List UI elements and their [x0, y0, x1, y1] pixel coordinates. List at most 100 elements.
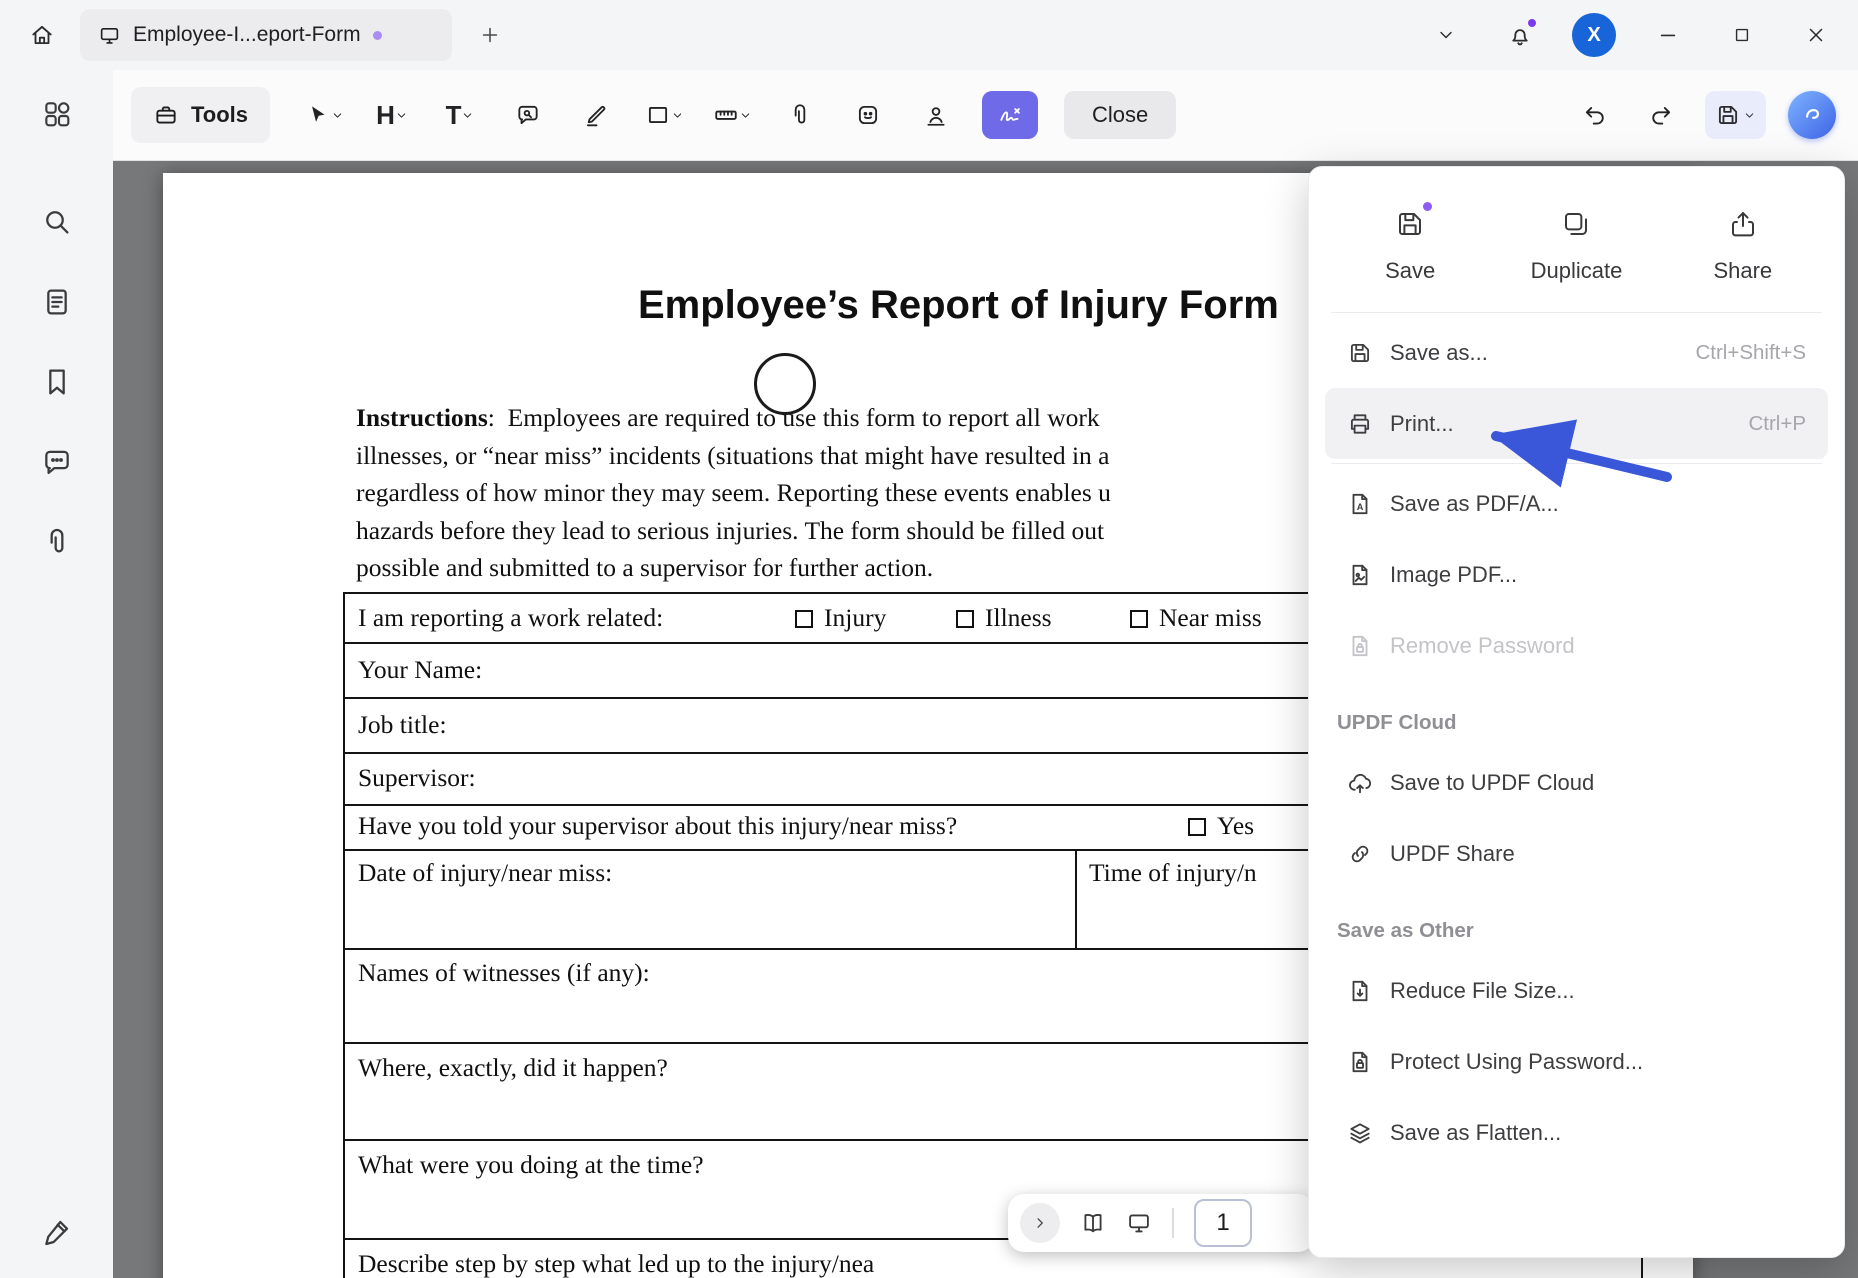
- near-miss-option-label: Near miss: [1159, 603, 1262, 632]
- updf-app-window: Employee-I...eport-Form X Tools H: [0, 0, 1858, 1278]
- minimize-button[interactable]: [1646, 13, 1690, 57]
- save-as-icon: [1347, 340, 1373, 366]
- describe-steps-label: Describe step by step what led up to the…: [358, 1249, 874, 1278]
- stamp-tool-button[interactable]: [914, 92, 958, 138]
- menu-section-save-as-other: Save as Other: [1321, 889, 1832, 955]
- close-tools-button[interactable]: Close: [1064, 91, 1176, 139]
- save-as-flatten-label: Save as Flatten...: [1390, 1120, 1561, 1146]
- save-action[interactable]: Save: [1327, 205, 1493, 284]
- protect-lock-icon: [1347, 1049, 1373, 1075]
- print-label: Print...: [1390, 411, 1454, 437]
- bookmarks-icon[interactable]: [41, 366, 73, 398]
- menu-item-print[interactable]: Print... Ctrl+P: [1325, 388, 1828, 459]
- save-action-label: Save: [1385, 258, 1435, 284]
- left-sidebar: [0, 70, 113, 1278]
- reduce-file-size-label: Reduce File Size...: [1390, 978, 1575, 1004]
- duplicate-action-label: Duplicate: [1531, 258, 1623, 284]
- your-name-label: Your Name:: [358, 655, 482, 685]
- tab-list-chevron-button[interactable]: [1424, 13, 1468, 57]
- witnesses-label: Names of witnesses (if any):: [358, 958, 650, 988]
- yes-checkbox[interactable]: [1188, 818, 1206, 836]
- save-icon: [1715, 102, 1741, 128]
- home-button[interactable]: [20, 13, 64, 57]
- where-happened-label: Where, exactly, did it happen?: [358, 1053, 668, 1083]
- menu-item-save-as-pdfa[interactable]: Save as PDF/A...: [1325, 468, 1828, 539]
- injury-option-label: Injury: [824, 603, 886, 632]
- measure-tool-button[interactable]: [710, 92, 754, 138]
- undo-button[interactable]: [1573, 92, 1617, 138]
- shape-tool-button[interactable]: [642, 92, 686, 138]
- search-icon[interactable]: [41, 206, 73, 238]
- signature-tool-button-active[interactable]: [982, 91, 1038, 139]
- comments-icon[interactable]: [41, 446, 73, 478]
- text-tool-button[interactable]: T: [438, 92, 482, 138]
- document-tab[interactable]: Employee-I...eport-Form: [80, 9, 452, 61]
- new-tab-button[interactable]: [468, 13, 512, 57]
- menu-item-image-pdf[interactable]: Image PDF...: [1325, 539, 1828, 610]
- sticker-tool-button[interactable]: [846, 92, 890, 138]
- maximize-button[interactable]: [1720, 13, 1764, 57]
- menu-item-save-to-updf-cloud[interactable]: Save to UPDF Cloud: [1325, 747, 1828, 818]
- menu-item-updf-share[interactable]: UPDF Share: [1325, 818, 1828, 889]
- menu-section-updf-cloud: UPDF Cloud: [1321, 681, 1832, 747]
- menu-divider: [1331, 312, 1822, 313]
- menu-item-save-as-flatten[interactable]: Save as Flatten...: [1325, 1097, 1828, 1168]
- near-miss-checkbox[interactable]: [1130, 610, 1148, 628]
- document-title: Employee’s Report of Injury Form: [638, 283, 1279, 328]
- attachment-tool-button[interactable]: [778, 92, 822, 138]
- reduce-size-icon: [1347, 978, 1373, 1004]
- comment-tool-button[interactable]: [506, 92, 550, 138]
- chevron-down-icon[interactable]: [1743, 109, 1756, 122]
- printer-icon: [1347, 411, 1373, 437]
- presentation-mode-icon[interactable]: [1126, 1210, 1152, 1236]
- page-thumbnails-icon[interactable]: [41, 286, 73, 318]
- protect-using-password-label: Protect Using Password...: [1390, 1049, 1643, 1075]
- share-icon: [1724, 205, 1762, 243]
- image-document-icon: [1347, 562, 1373, 588]
- share-action[interactable]: Share: [1660, 205, 1826, 284]
- save-to-updf-cloud-label: Save to UPDF Cloud: [1390, 770, 1594, 796]
- save-split-button[interactable]: [1705, 91, 1766, 139]
- cloud-upload-icon: [1347, 770, 1373, 796]
- injury-checkbox[interactable]: [795, 610, 813, 628]
- tab-title: Employee-I...eport-Form: [133, 23, 361, 47]
- pen-tool-icon[interactable]: [41, 1216, 73, 1248]
- duplicate-icon: [1557, 205, 1595, 243]
- cell-divider: [1075, 851, 1077, 948]
- share-action-label: Share: [1713, 258, 1772, 284]
- save-as-label: Save as...: [1390, 340, 1488, 366]
- main-toolbar: Tools H T Close: [113, 70, 1858, 161]
- tools-button[interactable]: Tools: [131, 87, 270, 143]
- monitor-icon: [98, 24, 121, 47]
- menu-quick-actions: Save Duplicate Share: [1321, 175, 1832, 308]
- heading-tool-button[interactable]: H: [370, 92, 414, 138]
- notifications-button[interactable]: [1498, 13, 1542, 57]
- account-avatar[interactable]: X: [1572, 13, 1616, 57]
- duplicate-action[interactable]: Duplicate: [1493, 205, 1659, 284]
- instructions-word: Instructions: [356, 403, 488, 432]
- highlighter-tool-button[interactable]: [574, 92, 618, 138]
- redo-button[interactable]: [1639, 92, 1683, 138]
- select-tool-button[interactable]: [302, 92, 346, 138]
- expand-chevron-button[interactable]: [1020, 1203, 1060, 1243]
- save-dropdown-menu: Save Duplicate Share Save as... Ctrl+Shi…: [1308, 166, 1845, 1258]
- yes-option-label: Yes: [1217, 811, 1254, 840]
- illness-checkbox[interactable]: [956, 610, 974, 628]
- toolbox-icon: [153, 102, 179, 128]
- close-window-button[interactable]: [1794, 13, 1838, 57]
- reading-mode-icon[interactable]: [1080, 1210, 1106, 1236]
- panel-grid-button[interactable]: [41, 98, 73, 130]
- supervisor-label: Supervisor:: [358, 763, 476, 793]
- job-title-label: Job title:: [358, 710, 447, 740]
- remove-password-label: Remove Password: [1390, 633, 1575, 659]
- page-number-input[interactable]: 1: [1194, 1199, 1252, 1247]
- menu-item-save-as[interactable]: Save as... Ctrl+Shift+S: [1325, 317, 1828, 388]
- menu-item-protect-using-password[interactable]: Protect Using Password...: [1325, 1026, 1828, 1097]
- menu-divider: [1331, 463, 1822, 464]
- attachments-icon[interactable]: [41, 526, 73, 558]
- ai-assistant-button[interactable]: [1788, 91, 1836, 139]
- print-shortcut: Ctrl+P: [1748, 412, 1806, 436]
- notification-dot: [1528, 19, 1536, 27]
- floating-page-toolbar: 1: [1008, 1194, 1314, 1252]
- menu-item-reduce-file-size[interactable]: Reduce File Size...: [1325, 955, 1828, 1026]
